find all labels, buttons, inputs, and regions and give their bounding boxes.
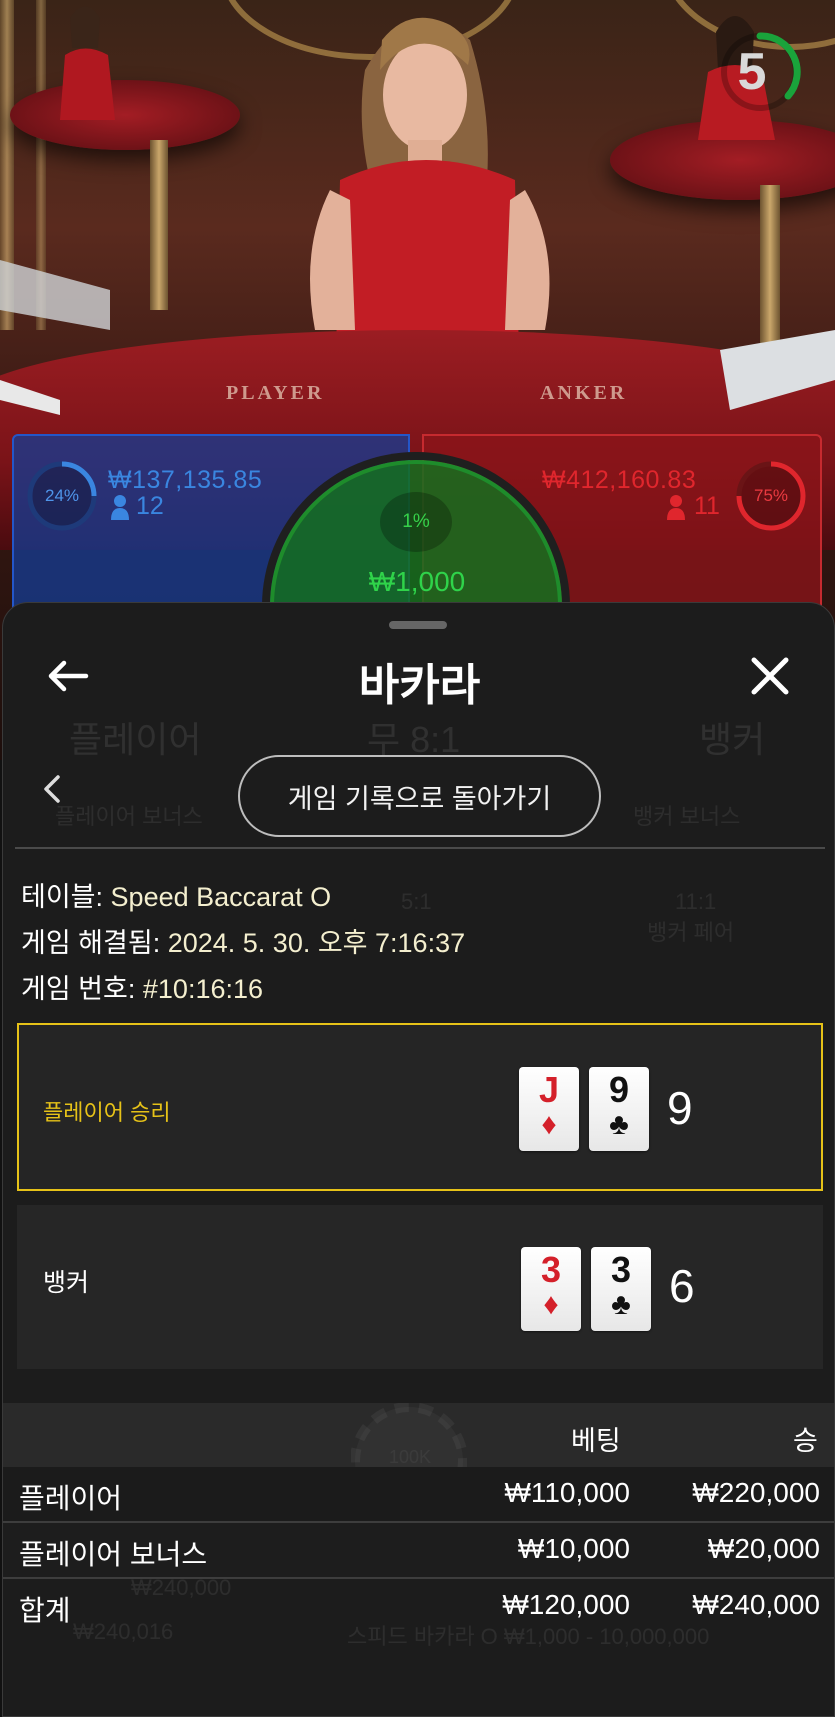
table-row: 플레이어 ₩110,000 ₩220,000 — [3, 1467, 834, 1523]
player-total-amount: ₩137,135.85 — [108, 466, 263, 494]
history-prev-button[interactable] — [37, 771, 67, 807]
diamond-suit-icon: ♦ — [543, 1288, 559, 1321]
card-rank: 3 — [540, 1249, 562, 1290]
bet-amount: ₩10,000 — [517, 1533, 630, 1564]
tie-total-amount: ₩1,000 — [368, 566, 466, 597]
info-resolved-label: 게임 해결됨: — [21, 928, 161, 958]
ghost-player-label: 플레이어 — [69, 719, 202, 760]
game-history-sheet: 플레이어 무 8:1 뱅커 플레이어 보너스 뱅커 보너스 5:1 11:1 뱅… — [2, 602, 835, 1717]
ghost-player-bonus: 플레이어 보너스 — [55, 804, 203, 829]
ghost-odds-right: 11:1 — [675, 889, 717, 914]
info-table-row: 테이블: Speed Baccarat O — [21, 875, 331, 914]
playing-card: 9 ♣ — [589, 1067, 649, 1151]
round-timer-value: 5 — [737, 43, 767, 101]
banker-total-amount: ₩412,160.83 — [542, 466, 697, 494]
info-game-number-label: 게임 번호: — [21, 974, 136, 1004]
ghost-banker-bonus: 뱅커 보너스 — [633, 804, 741, 829]
info-game-number-row: 게임 번호: #10:16:16 — [21, 967, 263, 1006]
header-bet: 베팅 — [571, 1426, 621, 1456]
back-to-history-button[interactable]: 게임 기록으로 돌아가기 — [238, 755, 601, 837]
card-shoe — [0, 260, 110, 415]
bet-name: 플레이어 — [19, 1483, 123, 1514]
info-resolved-value: 2024. 5. 30. 오후 7:16:37 — [167, 928, 466, 958]
sheet-drag-handle[interactable] — [389, 621, 447, 629]
bet-name: 플레이어 보너스 — [19, 1539, 208, 1570]
person-icon — [110, 494, 130, 520]
banker-score: 6 — [669, 1260, 695, 1312]
player-result-label: 플레이어 승리 — [43, 1100, 171, 1125]
table-word-banker: ANKER — [540, 382, 628, 404]
diamond-suit-icon: ♦ — [541, 1108, 557, 1141]
tie-percent: 1% — [380, 492, 452, 552]
table-row: 플레이어 보너스 ₩10,000 ₩20,000 — [3, 1523, 834, 1579]
player-bettor-count: 12 — [136, 492, 164, 520]
table-row-total: 합계 ₩120,000 ₩240,000 — [3, 1579, 834, 1635]
win-amount: ₩240,000 — [692, 1589, 820, 1620]
club-suit-icon: ♣ — [611, 1288, 631, 1321]
bets-table-header — [3, 1403, 834, 1467]
table-leg — [150, 140, 168, 310]
bet-amount: ₩120,000 — [502, 1589, 630, 1620]
win-amount: ₩20,000 — [707, 1533, 820, 1564]
banker-result-label: 뱅커 — [43, 1269, 90, 1297]
club-suit-icon: ♣ — [609, 1108, 629, 1141]
info-table-label: 테이블: — [21, 882, 104, 912]
chevron-left-icon — [44, 775, 60, 803]
info-resolved-row: 게임 해결됨: 2024. 5. 30. 오후 7:16:37 — [21, 921, 465, 960]
ghost-banker-label: 뱅커 — [699, 719, 766, 760]
bet-amount: ₩110,000 — [504, 1477, 630, 1508]
info-table-value: Speed Baccarat O — [110, 882, 332, 912]
win-amount: ₩220,000 — [692, 1477, 820, 1508]
card-rank: J — [538, 1069, 560, 1110]
playing-card: 3 ♦ — [521, 1247, 581, 1331]
back-button[interactable] — [43, 651, 93, 701]
close-button[interactable] — [743, 649, 797, 703]
ghost-banker-pair: 뱅커 페어 — [647, 920, 735, 945]
card-rank: 9 — [608, 1069, 630, 1110]
player-result: 플레이어 승리 J ♦ 9 ♣ 9 — [17, 1023, 823, 1191]
close-icon — [751, 657, 789, 695]
divider — [15, 847, 825, 849]
info-game-number-value: #10:16:16 — [142, 974, 264, 1004]
bet-name: 합계 — [19, 1595, 71, 1626]
card-scanner — [720, 330, 835, 410]
playing-card: 3 ♣ — [591, 1247, 651, 1331]
background-dealer — [60, 6, 115, 120]
arrow-left-icon — [48, 660, 89, 692]
sheet-title: 바카라 — [358, 661, 481, 710]
banker-result: 뱅커 3 ♦ 3 ♣ 6 — [17, 1205, 823, 1369]
ghost-odds-left: 5:1 — [401, 889, 432, 914]
header-win: 승 — [793, 1426, 818, 1456]
banker-percent: 75% — [753, 486, 789, 505]
player-percent: 24% — [44, 486, 80, 505]
screen: { "timer": { "value": "5", "color": "#1a… — [0, 0, 835, 1717]
table-word-player: PLAYER — [226, 382, 325, 404]
player-score: 9 — [667, 1082, 693, 1134]
person-icon — [666, 494, 686, 520]
table-leg — [760, 185, 780, 345]
playing-card: J ♦ — [519, 1067, 579, 1151]
banker-bettor-count: 11 — [694, 492, 720, 520]
card-rank: 3 — [610, 1249, 632, 1290]
